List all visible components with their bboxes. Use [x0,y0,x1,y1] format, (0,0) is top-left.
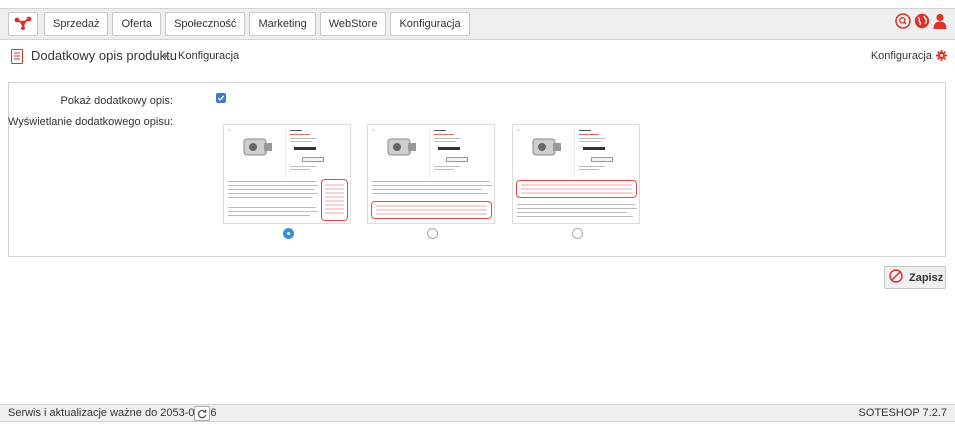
show-description-checkbox[interactable] [216,93,226,103]
thumbnail-price [438,147,460,150]
page-title: Dodatkowy opis produktu [31,48,177,63]
version-label: SOTESHOP 7.2.7 [858,407,947,419]
thumbnail-shop-logo: ⌂ [517,127,520,132]
user-icon[interactable] [933,13,947,29]
save-icon [889,269,903,286]
breadcrumb-arrow-icon: ▶ [164,53,170,60]
nav-item-webstore[interactable]: WebStore [319,12,387,36]
nav-item-marketing[interactable]: Marketing [249,12,316,36]
top-right-icons [895,13,947,29]
display-mode-label: Wyświetlanie dodatkowego opisu: [8,116,173,128]
thumbnail-description-area [371,201,492,219]
document-icon [11,49,23,67]
refresh-button[interactable] [194,406,210,421]
network-logo-icon [14,16,32,33]
globe-icon[interactable] [914,13,930,29]
thumbnail-price [583,147,605,150]
page-header: Dodatkowy opis produktu ▶ Konfiguracja K… [0,47,955,67]
thumbnail-description-area [516,180,637,198]
nav-item-oferta[interactable]: Oferta [112,12,162,36]
top-navigation-bar: Sprzedaż Oferta Społeczność Marketing We… [0,8,955,40]
layout-option-top-thumbnail[interactable]: ⌂ [512,124,640,224]
gear-icon[interactable] [936,50,947,64]
layout-option-bottom-thumbnail[interactable]: ⌂ [367,124,495,224]
camera-image [532,138,561,156]
thumbnail-product-info [285,128,347,178]
layout-option-radio-3[interactable] [572,228,583,239]
camera-image [243,138,272,156]
thumbnail-description-area [321,179,348,221]
thumbnail-product-info [574,128,636,178]
search-icon[interactable] [895,13,911,29]
thumbnail-add-button [591,157,613,162]
layout-option-radio-1[interactable] [283,228,294,239]
nav-item-konfiguracja[interactable]: Konfiguracja [390,12,470,36]
camera-image [387,138,416,156]
refresh-icon [197,409,207,418]
logo-button[interactable] [8,12,38,36]
service-validity-text: Serwis i aktualizacje ważne do 2053-08-2… [8,407,217,419]
thumbnail-shop-logo: ⌂ [228,127,231,132]
thumbnail-add-button [446,157,468,162]
thumbnail-product-info [429,128,491,178]
status-bar: Serwis i aktualizacje ważne do 2053-08-2… [0,404,955,422]
main-menu: Sprzedaż Oferta Społeczność Marketing We… [44,12,470,36]
nav-item-spolecznosc[interactable]: Społeczność [165,12,246,36]
thumbnail-shop-logo: ⌂ [372,127,375,132]
thumbnail-price [294,147,316,150]
thumbnail-add-button [302,157,324,162]
save-button[interactable]: Zapisz [884,266,946,289]
show-description-label: Pokaż dodatkowy opis: [60,95,173,107]
layout-option-radio-2[interactable] [427,228,438,239]
configuration-link[interactable]: Konfiguracja [871,50,932,62]
save-button-label: Zapisz [909,271,944,284]
layout-option-side-thumbnail[interactable]: ⌂ [223,124,351,224]
breadcrumb[interactable]: Konfiguracja [178,50,239,62]
settings-panel: Pokaż dodatkowy opis: Wyświetlanie dodat… [8,82,946,257]
nav-item-sprzedaz[interactable]: Sprzedaż [44,12,109,36]
